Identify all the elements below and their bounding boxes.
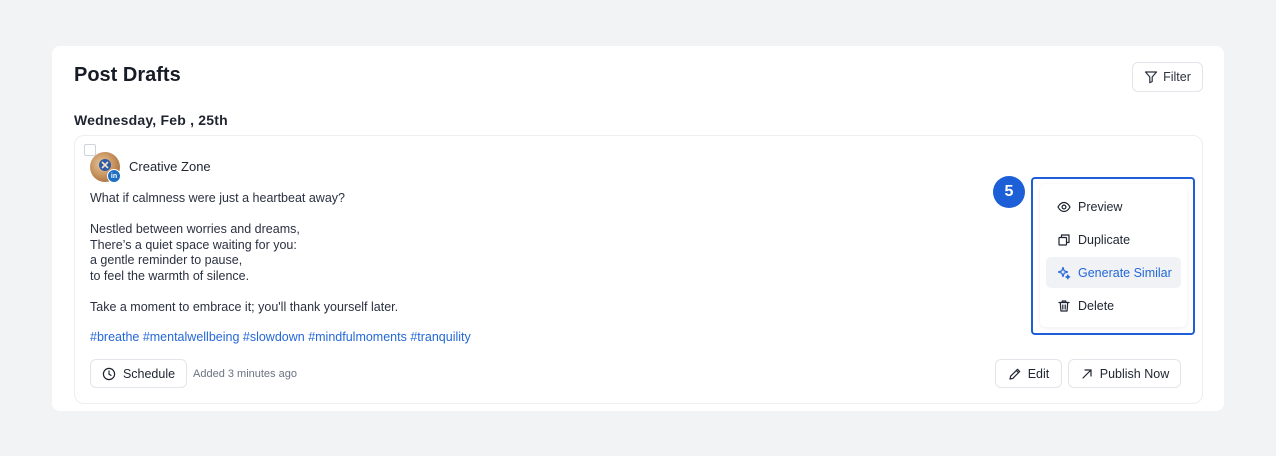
filter-label: Filter bbox=[1163, 70, 1191, 84]
page-title: Post Drafts bbox=[74, 64, 181, 86]
schedule-label: Schedule bbox=[122, 366, 176, 381]
menu-item-preview[interactable]: Preview bbox=[1046, 191, 1181, 222]
menu-item-delete[interactable]: Delete bbox=[1046, 290, 1181, 321]
post-hashtags[interactable]: #breathe #mentalwellbeing #slowdown #min… bbox=[90, 330, 471, 344]
clock-icon bbox=[102, 367, 116, 381]
linkedin-icon: in bbox=[107, 169, 121, 183]
menu-item-label: Preview bbox=[1078, 199, 1123, 214]
post-line: Take a moment to embrace it; you'll than… bbox=[90, 299, 399, 314]
post-line-blank bbox=[90, 207, 790, 223]
post-line: There’s a quiet space waiting for you: bbox=[90, 237, 297, 252]
account-name: Creative Zone bbox=[129, 159, 211, 174]
publish-label: Publish Now bbox=[1099, 366, 1170, 381]
avatar: in bbox=[90, 152, 121, 183]
copy-icon bbox=[1057, 233, 1071, 247]
post-line: What if calmness were just a heartbeat a… bbox=[90, 191, 345, 205]
step-badge: 5 bbox=[993, 176, 1025, 208]
filter-icon bbox=[1144, 70, 1158, 84]
trash-icon bbox=[1057, 299, 1071, 313]
added-timestamp: Added 3 minutes ago bbox=[193, 368, 297, 380]
pencil-icon bbox=[1008, 367, 1022, 381]
menu-item-label: Delete bbox=[1078, 298, 1115, 313]
menu-item-duplicate[interactable]: Duplicate bbox=[1046, 224, 1181, 255]
post-line: Nestled between worries and dreams, bbox=[90, 222, 300, 236]
post-actions-menu: Preview Duplicate Generate Similar Delet… bbox=[1040, 184, 1187, 327]
schedule-button[interactable]: Schedule bbox=[90, 359, 187, 388]
post-line: a gentle reminder to pause, bbox=[90, 253, 243, 267]
date-heading: Wednesday, Feb , 25th bbox=[74, 112, 228, 128]
sparkle-icon bbox=[1057, 266, 1071, 280]
arrow-up-right-icon bbox=[1080, 367, 1094, 381]
filter-button[interactable]: Filter bbox=[1132, 62, 1203, 92]
post-line-blank bbox=[90, 284, 790, 300]
post-content: What if calmness were just a heartbeat a… bbox=[90, 191, 790, 315]
menu-item-label: Duplicate bbox=[1078, 232, 1131, 247]
publish-now-button[interactable]: Publish Now bbox=[1068, 359, 1181, 388]
menu-item-generate-similar[interactable]: Generate Similar bbox=[1046, 257, 1181, 288]
post-line: to feel the warmth of silence. bbox=[90, 268, 250, 283]
edit-label: Edit bbox=[1027, 366, 1050, 381]
eye-icon bbox=[1057, 200, 1071, 214]
edit-button[interactable]: Edit bbox=[995, 359, 1062, 388]
menu-item-label: Generate Similar bbox=[1078, 265, 1172, 280]
